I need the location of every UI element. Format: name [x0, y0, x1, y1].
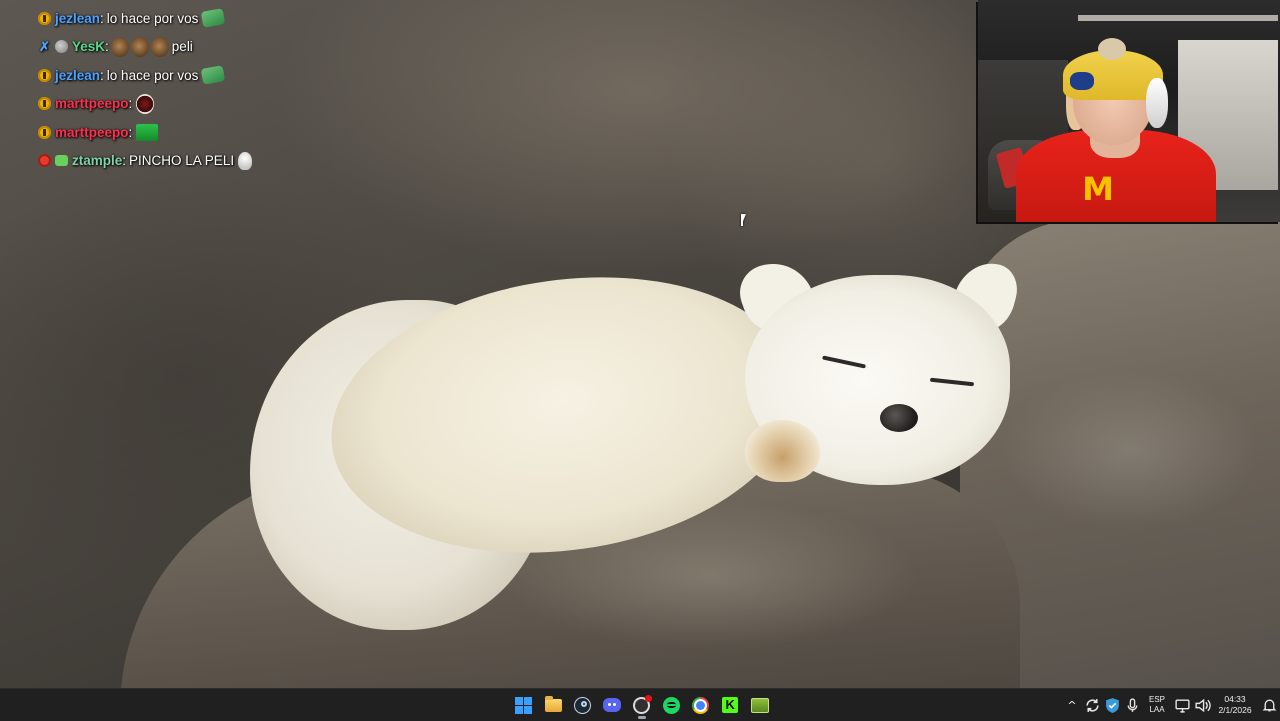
- webcam-beanie-pom: [1098, 38, 1126, 60]
- stream-chat-overlay: jezlean: lo hace por vos ✗ YesK: peli je…: [38, 4, 598, 175]
- chat-message: marttpeepo:: [38, 90, 598, 119]
- shield-icon: [1105, 697, 1119, 713]
- chevron-up-icon: ^: [1067, 698, 1077, 712]
- hat-emote-icon: [238, 151, 253, 170]
- tray-language-button[interactable]: ESP LAA: [1142, 695, 1172, 715]
- fox-nose: [880, 404, 918, 432]
- subscriber-badge-icon: [38, 68, 51, 82]
- box-emote-icon: [136, 123, 159, 141]
- folder-icon: [544, 695, 562, 712]
- ape-emote-icon: [110, 36, 129, 57]
- tray-network-button[interactable]: [1172, 689, 1192, 721]
- notification-bell-icon: [1262, 699, 1276, 712]
- windows-start-icon: [515, 696, 533, 714]
- taskbar-kick[interactable]: K: [716, 689, 746, 721]
- subscriber-badge-icon: [38, 11, 51, 25]
- chat-username: jezlean: [55, 10, 101, 26]
- discord-icon: [603, 698, 622, 712]
- chat-message: marttpeepo:: [38, 118, 598, 147]
- obs-icon: [633, 694, 653, 714]
- ape-emote-icon: [130, 36, 149, 57]
- chat-separator: :: [100, 67, 104, 83]
- taskbar-start-button[interactable]: [509, 689, 539, 721]
- chat-username: YesK: [72, 39, 106, 55]
- chat-separator: :: [128, 96, 133, 112]
- chat-username: marttpeepo: [55, 124, 129, 140]
- sync-icon: [1085, 698, 1099, 712]
- taskbar-apps: K: [509, 689, 775, 721]
- chat-separator: :: [122, 153, 127, 169]
- taskbar-game[interactable]: [745, 689, 775, 721]
- webcam-ceiling-light: [1078, 15, 1278, 21]
- chat-separator: :: [128, 124, 133, 140]
- fox-paw: [745, 420, 820, 482]
- spotify-icon: [662, 696, 680, 714]
- language-code: ESP: [1148, 695, 1165, 704]
- ape-emote-icon: [150, 36, 169, 57]
- money-emote-icon: [201, 8, 226, 29]
- speaker-icon: [1194, 698, 1211, 712]
- red-badge-icon: [38, 154, 51, 168]
- taskbar-discord[interactable]: [598, 689, 628, 721]
- chat-message: ✗ YesK: peli: [38, 33, 598, 62]
- chat-text: lo hace por vos: [106, 10, 199, 26]
- clock-date: 2/1/2026: [1218, 705, 1252, 715]
- chat-username: jezlean: [55, 67, 101, 83]
- taskbar-file-explorer[interactable]: [539, 689, 569, 721]
- chat-username: ztample: [72, 153, 123, 169]
- tray-defender-button[interactable]: [1102, 689, 1122, 721]
- game-icon: [750, 697, 769, 713]
- tray-notifications-button[interactable]: [1258, 689, 1280, 721]
- webcam-overlay: M: [978, 0, 1280, 222]
- chat-text: peli: [171, 39, 193, 55]
- chrome-icon: [692, 696, 710, 714]
- chat-text: lo hace por vos: [106, 67, 199, 83]
- tray-microphone-button[interactable]: [1122, 689, 1142, 721]
- kick-icon: K: [722, 697, 739, 713]
- clock-time: 04:33: [1224, 694, 1246, 704]
- subscriber-badge-icon: [38, 125, 51, 139]
- taskbar-chrome[interactable]: [686, 689, 716, 721]
- mouse-cursor-icon: [741, 214, 746, 226]
- chat-message: jezlean: lo hace por vos: [38, 4, 598, 33]
- taskbar-steam[interactable]: [568, 689, 598, 721]
- chat-separator: :: [105, 39, 109, 55]
- taskbar-obs[interactable]: [627, 689, 657, 721]
- gray-badge-icon: [55, 40, 68, 54]
- steam-icon: [574, 696, 592, 714]
- green-badge-icon: [55, 155, 68, 167]
- taskbar-spotify[interactable]: [657, 689, 687, 721]
- tray-sync-button[interactable]: [1082, 689, 1102, 721]
- chat-text: PINCHO LA PELI: [129, 153, 235, 169]
- webcam-beanie-patch: [1070, 72, 1094, 90]
- windows-taskbar: K ^ ESP LAA 04:33 2/1/2026: [0, 688, 1280, 721]
- microphone-icon: [1127, 697, 1137, 712]
- chat-message: jezlean: lo hace por vos: [38, 61, 598, 90]
- money-emote-icon: [201, 65, 226, 86]
- network-monitor-icon: [1174, 698, 1190, 713]
- sword-badge-icon: ✗: [39, 39, 50, 55]
- webcam-shirt-logo: M: [1082, 170, 1114, 208]
- webcam-headphone: [1146, 78, 1168, 128]
- chat-message: ztample: PINCHO LA PELI: [38, 147, 598, 176]
- tray-clock-button[interactable]: 04:33 2/1/2026: [1212, 694, 1258, 716]
- tray-overflow-button[interactable]: ^: [1062, 689, 1082, 721]
- subscriber-badge-icon: [38, 97, 51, 111]
- system-tray: ^ ESP LAA 04:33 2/1/2026: [1062, 689, 1280, 721]
- chat-username: marttpeepo: [55, 96, 129, 112]
- chat-separator: :: [100, 10, 104, 26]
- bean-emote-icon: [136, 93, 155, 114]
- tray-volume-button[interactable]: [1192, 689, 1212, 721]
- keyboard-layout: LAA: [1149, 705, 1165, 714]
